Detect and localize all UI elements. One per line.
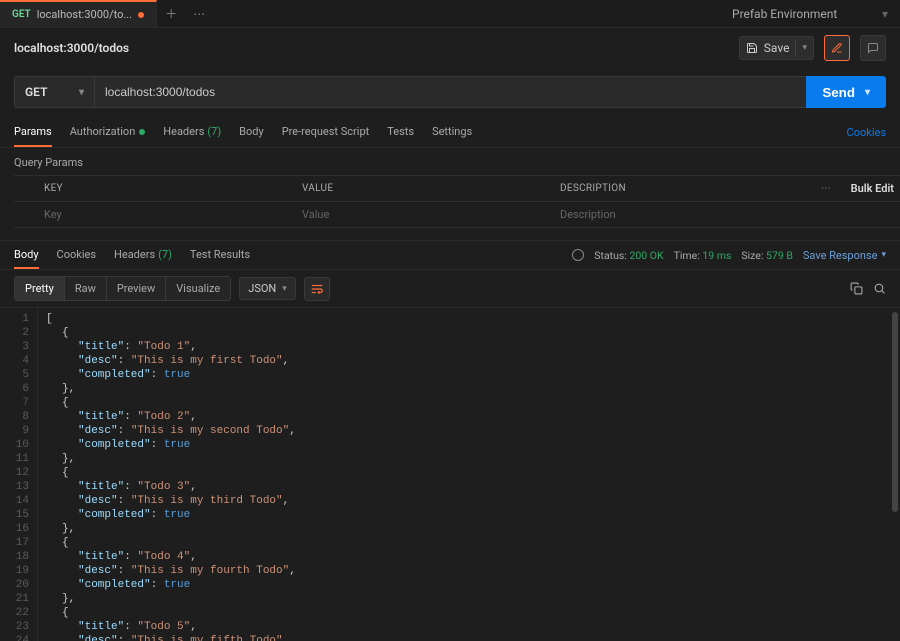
- save-button[interactable]: Save ▾: [739, 36, 814, 60]
- view-pretty[interactable]: Pretty: [15, 277, 65, 300]
- request-title: localhost:3000/todos: [14, 41, 129, 55]
- tab-settings[interactable]: Settings: [432, 118, 472, 147]
- resp-tab-cookies-label: Cookies: [57, 248, 96, 261]
- send-label: Send: [822, 85, 855, 100]
- save-icon: [746, 42, 758, 54]
- response-tabs: Body Cookies Headers(7) Test Results Sta…: [0, 240, 900, 270]
- chevron-down-icon: ▾: [802, 43, 807, 53]
- url-input-wrapper: [94, 76, 806, 108]
- view-raw[interactable]: Raw: [65, 277, 107, 300]
- more-tabs-button[interactable]: ⋯: [185, 0, 213, 27]
- cookies-link[interactable]: Cookies: [847, 126, 886, 139]
- status-value: 200 OK: [629, 249, 663, 262]
- qp-head-desc: DESCRIPTION: [554, 183, 812, 194]
- tab-headers-label: Headers: [163, 125, 204, 138]
- copy-response-button[interactable]: [850, 282, 863, 295]
- request-tab[interactable]: GET localhost:3000/to...: [0, 0, 157, 27]
- tab-authorization[interactable]: Authorization: [70, 118, 146, 147]
- qp-head-key: KEY: [38, 183, 296, 194]
- response-body-viewer: 1234567891011121314151617181920212223242…: [0, 307, 900, 641]
- vertical-scrollbar[interactable]: [892, 312, 898, 512]
- bulk-edit-button[interactable]: Bulk Edit: [840, 182, 900, 195]
- query-params-header: KEY VALUE DESCRIPTION ⋯ Bulk Edit: [14, 176, 900, 202]
- environment-select[interactable]: Prefab Environment ▾: [720, 0, 900, 27]
- view-preview[interactable]: Preview: [107, 277, 166, 300]
- qp-key-placeholder[interactable]: Key: [38, 208, 296, 221]
- query-params-row[interactable]: Key Value Description: [14, 202, 900, 228]
- wrap-icon: [310, 282, 324, 296]
- qp-head-value: VALUE: [296, 183, 554, 194]
- add-tab-button[interactable]: ＋: [157, 0, 185, 27]
- tab-settings-label: Settings: [432, 125, 472, 138]
- environment-label: Prefab Environment: [732, 7, 837, 21]
- url-input[interactable]: [105, 85, 796, 99]
- size-value: 579 B: [766, 249, 793, 262]
- resp-tab-headers-label: Headers: [114, 248, 155, 261]
- resp-tab-cookies[interactable]: Cookies: [57, 241, 96, 269]
- tab-prerequest[interactable]: Pre-request Script: [282, 118, 370, 147]
- line-gutter: 1234567891011121314151617181920212223242…: [0, 308, 38, 641]
- query-params-table: KEY VALUE DESCRIPTION ⋯ Bulk Edit Key Va…: [14, 175, 900, 228]
- response-meta: Status: 200 OK Time: 19 ms Size: 579 B S…: [572, 249, 886, 262]
- chevron-down-icon: ▾: [79, 87, 84, 98]
- tab-prerequest-label: Pre-request Script: [282, 125, 370, 138]
- resp-tab-body-label: Body: [14, 248, 39, 261]
- resp-tab-headers[interactable]: Headers(7): [114, 241, 172, 269]
- tab-method-badge: GET: [12, 9, 31, 20]
- response-toolbar: Pretty Raw Preview Visualize JSON ▾: [0, 270, 900, 307]
- tab-headers[interactable]: Headers(7): [163, 118, 221, 147]
- tab-params-label: Params: [14, 125, 52, 138]
- format-label: JSON: [248, 282, 276, 295]
- tab-body[interactable]: Body: [239, 118, 264, 147]
- view-visualize[interactable]: Visualize: [166, 277, 230, 300]
- method-label: GET: [25, 85, 47, 99]
- status-label: Status:: [594, 249, 627, 262]
- search-response-button[interactable]: [873, 282, 886, 295]
- format-select[interactable]: JSON ▾: [239, 277, 296, 300]
- resp-tab-body[interactable]: Body: [14, 241, 39, 269]
- url-row: GET ▾ Send ▾: [0, 68, 900, 118]
- tab-body-label: Body: [239, 125, 264, 138]
- save-label: Save: [764, 41, 790, 55]
- chevron-down-icon: ▾: [282, 284, 287, 294]
- send-button[interactable]: Send ▾: [806, 76, 886, 108]
- save-response-button[interactable]: Save Response▾: [803, 249, 886, 262]
- time-value: 19 ms: [702, 249, 731, 262]
- comment-icon-button[interactable]: [860, 35, 886, 61]
- pencil-icon: [831, 42, 843, 54]
- resp-headers-count: (7): [158, 248, 172, 261]
- chevron-down-icon: ▾: [865, 87, 870, 98]
- request-tabs: Params Authorization Headers(7) Body Pre…: [0, 118, 900, 148]
- wrap-lines-button[interactable]: [304, 277, 330, 301]
- topbar: GET localhost:3000/to... ＋ ⋯ Prefab Envi…: [0, 0, 900, 28]
- qp-value-placeholder[interactable]: Value: [296, 208, 554, 221]
- tab-title: localhost:3000/to...: [37, 8, 132, 21]
- chevron-down-icon: ▾: [882, 7, 888, 21]
- titlebar: localhost:3000/todos Save ▾: [0, 28, 900, 68]
- globe-icon: [572, 249, 584, 261]
- resp-tab-tests-label: Test Results: [190, 248, 250, 261]
- status-dot-icon: [139, 129, 145, 135]
- tab-authorization-label: Authorization: [70, 125, 136, 138]
- search-icon: [873, 282, 886, 295]
- chevron-down-icon: ▾: [881, 250, 886, 260]
- query-params-title: Query Params: [0, 148, 900, 175]
- qp-desc-placeholder[interactable]: Description: [554, 208, 812, 221]
- tab-tests[interactable]: Tests: [387, 118, 414, 147]
- size-label: Size:: [741, 249, 763, 262]
- edit-icon-button[interactable]: [824, 35, 850, 61]
- comment-icon: [867, 42, 879, 54]
- headers-count: (7): [207, 125, 221, 138]
- save-response-label: Save Response: [803, 249, 878, 262]
- view-mode-group: Pretty Raw Preview Visualize: [14, 276, 231, 301]
- tab-params[interactable]: Params: [14, 118, 52, 147]
- dirty-dot-icon: [138, 12, 144, 18]
- resp-tab-test-results[interactable]: Test Results: [190, 241, 250, 269]
- copy-icon: [850, 282, 863, 295]
- qp-options-button[interactable]: ⋯: [812, 183, 840, 194]
- tab-tests-label: Tests: [387, 125, 414, 138]
- response-code[interactable]: [{"title": "Todo 1","desc": "This is my …: [38, 308, 900, 641]
- time-label: Time:: [674, 249, 700, 262]
- method-select[interactable]: GET ▾: [14, 76, 94, 108]
